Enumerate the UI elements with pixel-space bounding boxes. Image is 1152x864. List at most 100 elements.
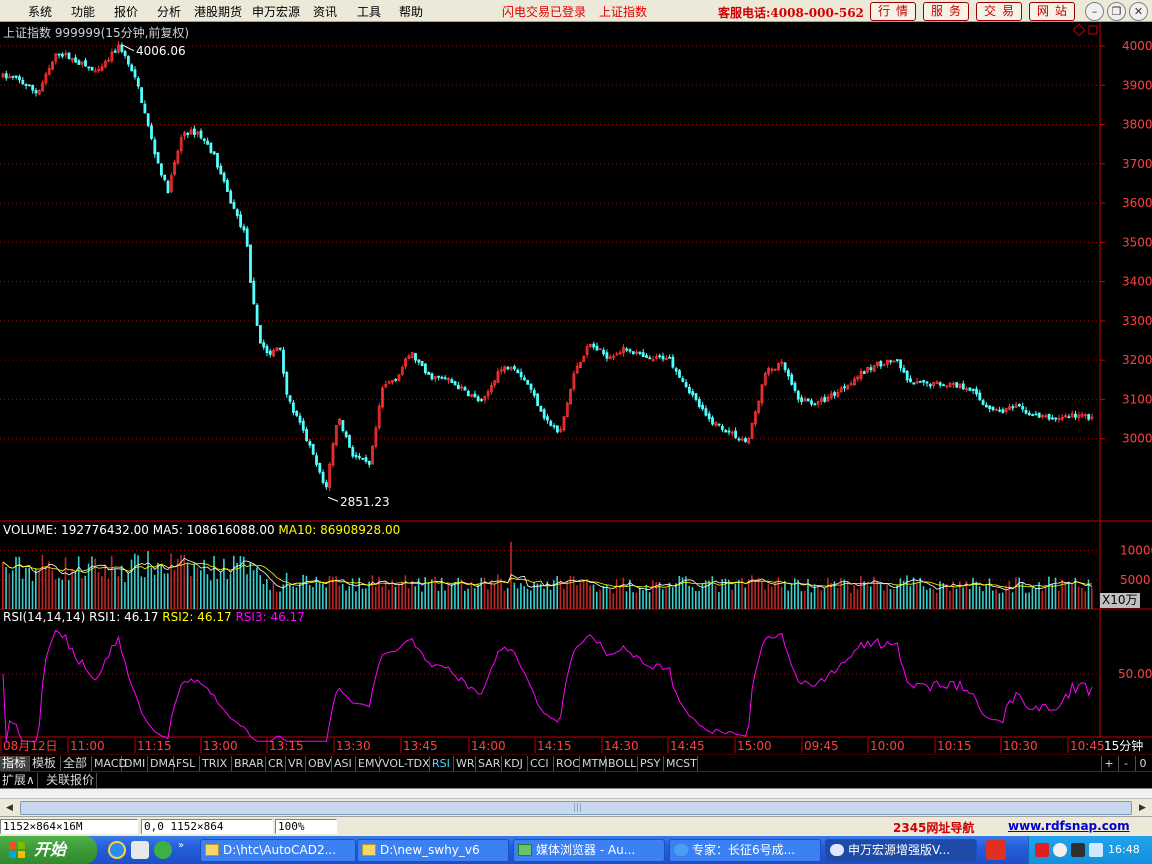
menu-swhy[interactable]: 申万宏源 [252,3,300,20]
candle-down [905,370,909,381]
trade-button[interactable]: 交易 [976,2,1022,21]
kline-chart[interactable]: 4000 3900 3800 3700 3600 3500 3400 3300 3200 3100… [0,22,1152,754]
flash-trade-status[interactable]: 闪电交易已登录 [502,3,586,20]
menu-function[interactable]: 功能 [71,3,95,20]
indicator-tab-全部[interactable]: 全部 [61,756,92,771]
indicator-tab-cr[interactable]: CR [266,756,286,771]
tray-flag-icon[interactable] [1035,843,1049,857]
volume-bar-down [414,586,417,609]
scroll-right-icon[interactable]: ▶ [1135,801,1150,815]
volume-bar-up [886,584,888,609]
volume-bar-down [985,585,987,609]
candle-down [394,378,398,381]
candle-down [602,349,605,355]
indicator-tab-emv[interactable]: EMV [356,756,382,771]
menu-analysis[interactable]: 分析 [157,3,181,20]
candle-down [1074,413,1077,418]
volume-bar-down [787,590,789,609]
minimize-icon[interactable]: – [1085,2,1104,21]
nav-2345-link[interactable]: 2345网址导航 [893,819,974,836]
candle-down [437,375,441,378]
candle-down [456,384,460,390]
menu-hk-futures[interactable]: 港股期货 [194,3,242,20]
rdfsnap-link[interactable]: www.rdfsnap.com [1008,819,1130,833]
volume-bar-up [770,586,773,609]
tray-volume-icon[interactable] [1071,843,1085,857]
indicator-tab-roc[interactable]: ROC [554,756,580,771]
indicator-tab-obv[interactable]: OBV [306,756,332,771]
volume-bar-down [602,585,605,609]
indicator-tab-dma[interactable]: DMA [148,756,176,771]
indicator-tab-rsi[interactable]: RSI [430,756,454,771]
volume-bar-up [582,580,585,609]
window-toggle-icon [1088,25,1098,35]
ie-icon[interactable] [108,841,126,859]
indicator-tab-mtm[interactable]: MTM [580,756,608,771]
indicator-tab-dmi[interactable]: DMI [122,756,148,771]
candle-down [67,52,71,60]
expand-tab[interactable]: 扩展∧ [0,773,38,788]
indicator-tab-brar[interactable]: BRAR [232,756,266,771]
extension-tab-bar: 扩展∧ 关联报价 [0,771,1152,788]
indicator-tab-sar[interactable]: SAR [476,756,502,771]
start-button[interactable]: 开始 [0,836,97,864]
sogou-icon[interactable] [986,840,1006,860]
index-name-link[interactable]: 上证指数 [599,3,647,20]
menu-tools[interactable]: 工具 [357,3,381,20]
quicklaunch-more-icon[interactable]: » [178,840,184,851]
menu-news[interactable]: 资讯 [313,3,337,20]
browser-icon[interactable] [154,841,172,859]
desktop-icon[interactable] [131,841,149,859]
candle-down [961,383,965,390]
scroll-left-icon[interactable]: ◀ [2,801,17,815]
market-button[interactable]: 行情 [870,2,916,21]
task-autocad-folder[interactable]: D:\htc\AutoCAD2... [200,839,356,862]
time-axis-label: 10:30 [1003,739,1038,753]
indicator-tab-cci[interactable]: CCI [528,756,554,771]
indicator-tab-指标[interactable]: 指标 [0,756,30,771]
chart-title: 上证指数 999999(15分钟,前复权) [3,26,190,40]
website-button[interactable]: 网站 [1029,2,1075,21]
period-label: 15分钟 [1104,738,1143,753]
indicator-tab-boll[interactable]: BOLL [606,756,638,771]
indicator-tab-psy[interactable]: PSY [638,756,664,771]
chart-area[interactable]: 4000 3900 3800 3700 3600 3500 3400 3300 3200 3100… [0,22,1152,754]
menu-system[interactable]: 系统 [28,3,52,20]
tray-shield-icon[interactable] [1089,843,1103,857]
indicator-tab-vr[interactable]: VR [286,756,306,771]
volume-bar-down [252,570,255,609]
volume-bar-up [949,590,951,609]
volume-bar-down [988,578,991,609]
indicator-tab-fsl[interactable]: FSL [174,756,200,771]
task-swhy-app[interactable]: 申万宏源增强版V... [825,839,977,862]
indicator-tab-vol-tdx[interactable]: VOL-TDX [380,756,430,771]
horizontal-scrollbar[interactable]: ◀ ||| ▶ [0,798,1152,816]
indicator-tab-trix[interactable]: TRIX [200,756,232,771]
service-button[interactable]: 服务 [923,2,969,21]
task-media-browser[interactable]: 媒体浏览器 - Au... [513,839,665,862]
scroll-thumb[interactable]: ||| [20,801,1132,815]
tab-control-reset-button[interactable]: 0 [1135,756,1150,771]
indicator-tab-kdj[interactable]: KDJ [502,756,528,771]
close-icon[interactable]: ✕ [1129,2,1148,21]
indicator-tab-macd[interactable]: MACD [92,756,127,771]
tray-network-icon[interactable] [1053,843,1067,857]
task-news-page[interactable]: 专家：长征6号成... [669,839,821,862]
indicator-tab-模板[interactable]: 模板 [30,756,61,771]
task-swhy-folder[interactable]: D:\new_swhy_v6 [357,839,509,862]
tab-control-add-button[interactable]: + [1101,756,1116,771]
indicator-tab-wr[interactable]: WR [454,756,476,771]
indicator-tab-asi[interactable]: ASI [332,756,356,771]
price-tick-label: 3800 [1122,118,1152,132]
volume-bar-down [629,579,631,609]
candle-down [427,371,431,375]
volume-bar-down [734,583,737,609]
related-quote-tab[interactable]: 关联报价 [44,773,98,788]
indicator-tab-mcst[interactable]: MCST [664,756,698,771]
volume-bar-down [467,588,469,609]
menu-help[interactable]: 帮助 [399,3,423,20]
menu-quote[interactable]: 报价 [114,3,138,20]
restore-icon[interactable]: ❐ [1107,2,1126,21]
tab-control-remove-button[interactable]: - [1118,756,1133,771]
volume-bar-down [454,582,456,609]
